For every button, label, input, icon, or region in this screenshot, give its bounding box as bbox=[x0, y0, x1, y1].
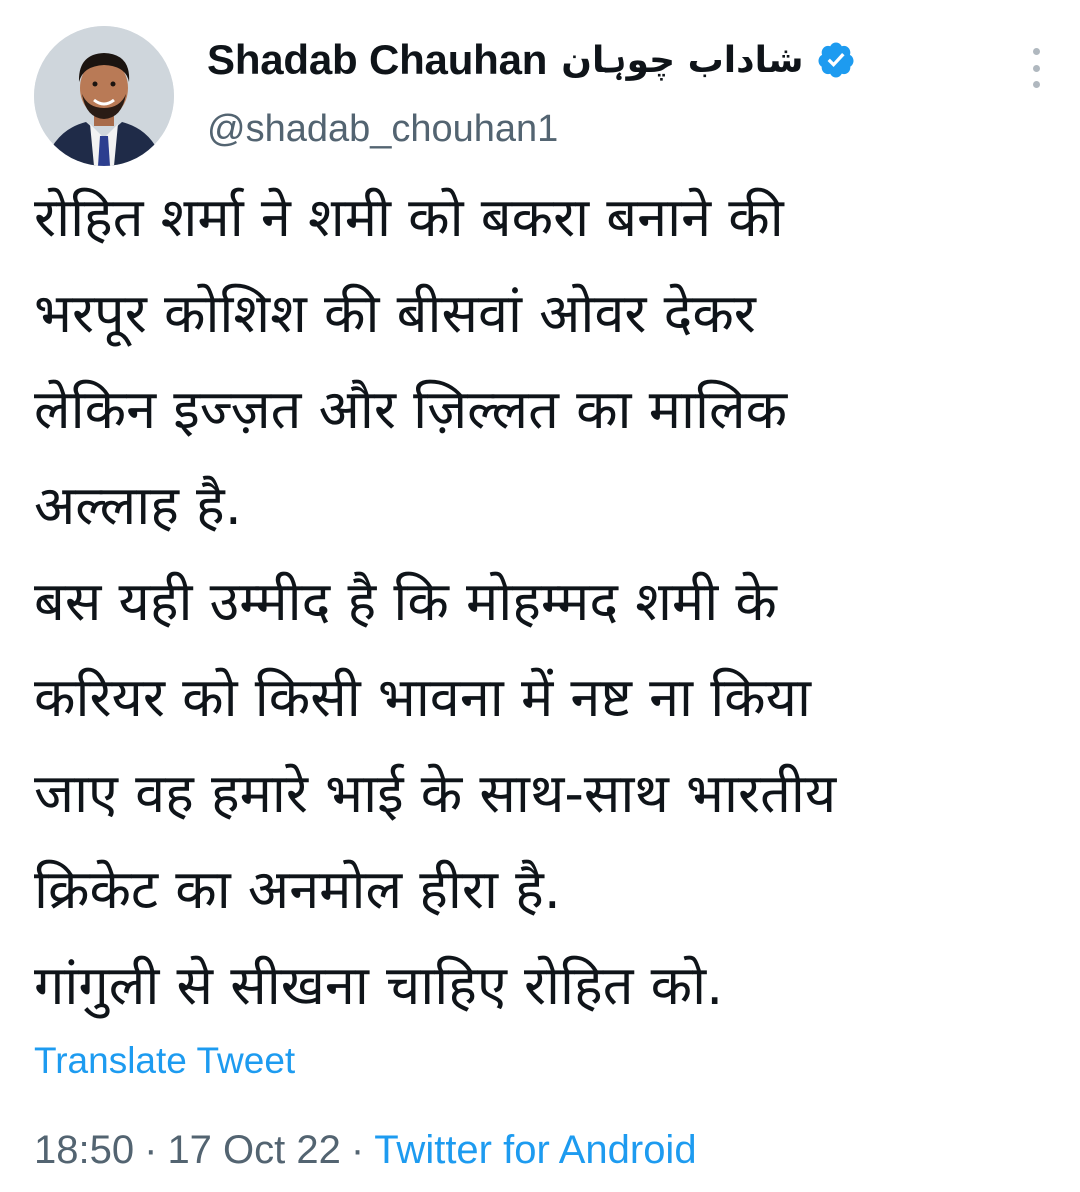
more-dot bbox=[1032, 48, 1040, 55]
tweet-line: भरपूर कोशिश की बीसवां ओवर देकर bbox=[34, 282, 756, 345]
more-dot bbox=[1032, 64, 1040, 72]
tweet-line: जाए वह हमारे भाई के साथ-साथ भारतीय bbox=[34, 762, 837, 825]
tweet-line: क्रिकेट का अनमोल हीरा है. bbox=[34, 858, 561, 921]
display-name[interactable]: Shadab Chauhan bbox=[207, 36, 547, 84]
tweet-card: Shadab Chauhan شاداب چوہان @shadab_chouh… bbox=[0, 0, 1080, 1192]
author-name-row[interactable]: Shadab Chauhan شاداب چوہان bbox=[207, 36, 856, 84]
tweet-line: गांगुली से सीखना चाहिए रोहित को. bbox=[34, 954, 724, 1017]
tweet-line: अल्लाह है. bbox=[34, 474, 242, 537]
tweet-time[interactable]: 18:50 bbox=[34, 1128, 134, 1172]
urdu-name[interactable]: شاداب چوہان bbox=[561, 40, 803, 81]
tweet-line: बस यही उम्मीद है कि मोहम्मद शमी के bbox=[34, 570, 777, 633]
tweet-metadata: 18:50 · 17 Oct 22 · Twitter for Android bbox=[34, 1128, 697, 1173]
tweet-date[interactable]: 17 Oct 22 bbox=[167, 1128, 340, 1172]
tweet-source-link[interactable]: Twitter for Android bbox=[374, 1128, 696, 1172]
tweet-text: रोहित शर्मा ने शमी को बकरा बनाने की भरपू… bbox=[34, 170, 1044, 1034]
verified-badge-icon bbox=[816, 40, 856, 80]
author-handle[interactable]: @shadab_chouhan1 bbox=[207, 108, 558, 151]
translate-tweet-link[interactable]: Translate Tweet bbox=[34, 1040, 295, 1082]
more-dot bbox=[1032, 81, 1040, 88]
more-vertical-icon[interactable] bbox=[1028, 48, 1044, 88]
avatar[interactable] bbox=[34, 26, 174, 166]
tweet-line: करियर को किसी भावना में नष्ट ना किया bbox=[34, 666, 811, 729]
meta-separator: · bbox=[350, 1128, 365, 1172]
tweet-line: रोहित शर्मा ने शमी को बकरा बनाने की bbox=[34, 186, 784, 249]
tweet-line: लेकिन इज्ज़त और ज़िल्लत का मालिक bbox=[34, 378, 788, 441]
avatar-photo bbox=[34, 26, 174, 166]
meta-separator: · bbox=[144, 1128, 158, 1172]
